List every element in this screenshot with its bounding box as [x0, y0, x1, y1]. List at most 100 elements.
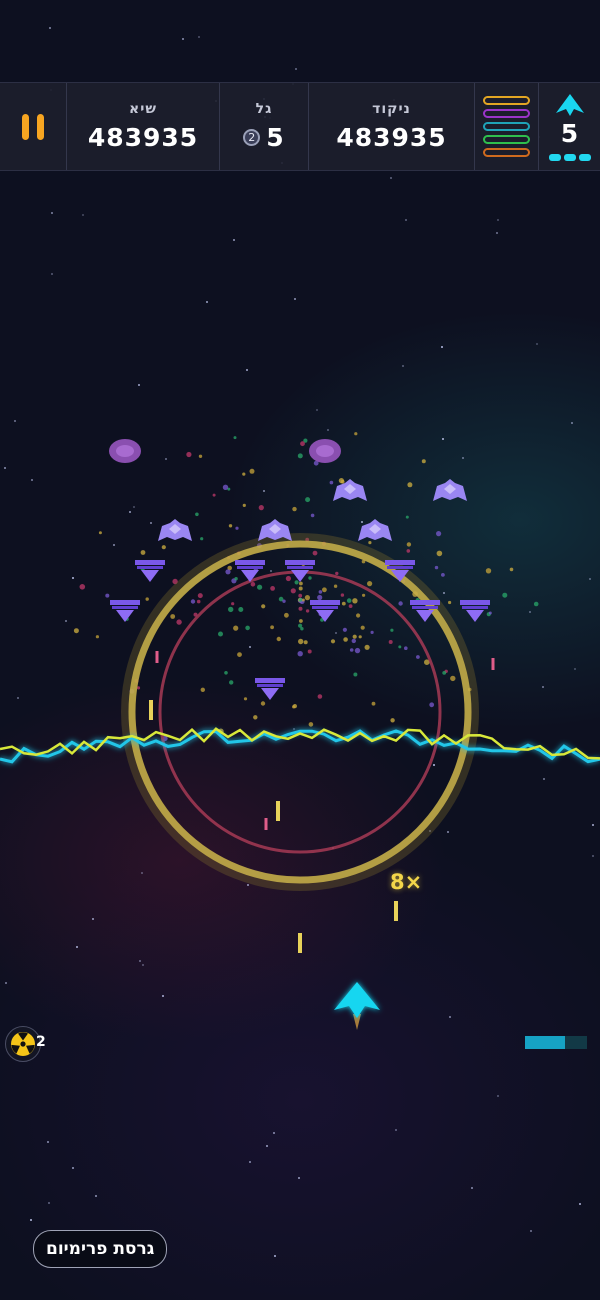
- premium-version-label: גרסת פרימיום: [46, 1239, 155, 1259]
- premium-version-button[interactable]: גרסת פרימיום: [33, 1230, 168, 1268]
- player-bullet: [394, 901, 398, 921]
- particle: [312, 550, 318, 556]
- particle: [352, 598, 358, 604]
- particle: [234, 577, 238, 581]
- enemy-tri: [135, 560, 165, 582]
- particle: [212, 493, 216, 497]
- particle: [308, 576, 312, 580]
- particle: [190, 599, 196, 604]
- particle: [200, 687, 205, 692]
- particle: [198, 454, 203, 458]
- enemy-blob: [109, 439, 141, 463]
- particle: [448, 600, 452, 605]
- particle: [222, 484, 229, 490]
- particle: [238, 607, 244, 612]
- player-bullet: [298, 933, 302, 953]
- player-bullet: [149, 700, 153, 720]
- particle: [371, 701, 376, 706]
- particle: [224, 671, 228, 675]
- particle: [305, 609, 310, 613]
- particle: [301, 598, 305, 602]
- particle: [342, 627, 347, 632]
- particle: [335, 571, 339, 576]
- particle: [231, 602, 235, 606]
- particle: [297, 651, 303, 657]
- particle: [298, 593, 303, 598]
- particle: [298, 586, 303, 591]
- particle: [390, 718, 395, 723]
- enemy-wing: [358, 519, 392, 541]
- particle: [310, 513, 315, 518]
- particle: [261, 604, 266, 609]
- particle: [406, 549, 411, 553]
- particle: [429, 702, 435, 708]
- particle: [398, 645, 402, 649]
- particle: [260, 701, 266, 706]
- particle: [257, 584, 263, 590]
- particle: [170, 614, 176, 619]
- particle: [533, 601, 539, 607]
- radiation-icon: [11, 1032, 35, 1056]
- particle: [317, 594, 323, 601]
- enemy-formation: [109, 439, 490, 700]
- particle: [352, 634, 357, 639]
- particle: [258, 505, 264, 511]
- enemy-bullet: [155, 651, 159, 663]
- particle: [176, 619, 182, 625]
- particle: [404, 646, 408, 650]
- particle: [364, 644, 370, 650]
- enemy-tri: [460, 600, 490, 622]
- particle: [304, 595, 310, 601]
- particle: [333, 584, 338, 588]
- particle: [398, 601, 403, 606]
- particle: [343, 637, 348, 642]
- particle: [197, 593, 203, 599]
- particle: [317, 694, 323, 699]
- particle: [298, 606, 303, 611]
- enemy-bullet: [491, 658, 495, 670]
- particle: [307, 649, 312, 654]
- enemy-tri: [110, 600, 140, 622]
- particle: [298, 638, 304, 645]
- particle: [284, 612, 289, 618]
- particle: [441, 573, 445, 577]
- particle: [329, 480, 334, 485]
- particle: [294, 580, 299, 585]
- player-ship[interactable]: [334, 982, 380, 1030]
- particle: [349, 648, 354, 652]
- particle: [228, 524, 233, 528]
- particle: [73, 628, 79, 634]
- enemy-tri: [310, 600, 340, 622]
- particle: [218, 631, 223, 637]
- particle: [186, 451, 192, 458]
- particle: [390, 628, 394, 632]
- player-bullet: [276, 801, 280, 821]
- particle: [242, 503, 246, 507]
- enemy-tri: [255, 678, 285, 700]
- particle: [276, 636, 281, 642]
- particle: [305, 497, 311, 503]
- particle: [140, 550, 146, 555]
- particle: [348, 604, 353, 608]
- particle: [488, 611, 492, 615]
- game-field: [0, 432, 600, 1030]
- shield-ring-inner: [158, 570, 442, 854]
- particle: [237, 652, 242, 657]
- particle: [145, 597, 149, 601]
- particle: [233, 436, 237, 440]
- particle: [270, 586, 275, 591]
- particle: [105, 593, 110, 598]
- particle: [300, 441, 305, 447]
- bomb-count: 2: [36, 1034, 46, 1050]
- particle: [367, 581, 373, 587]
- particle: [225, 569, 231, 575]
- particle: [509, 567, 514, 572]
- particle: [346, 598, 352, 603]
- particle: [235, 526, 239, 530]
- particle: [308, 722, 314, 727]
- particle: [406, 542, 412, 547]
- particle: [442, 671, 447, 675]
- particle: [360, 625, 365, 630]
- enemy-blob: [309, 439, 341, 463]
- particle: [421, 459, 426, 464]
